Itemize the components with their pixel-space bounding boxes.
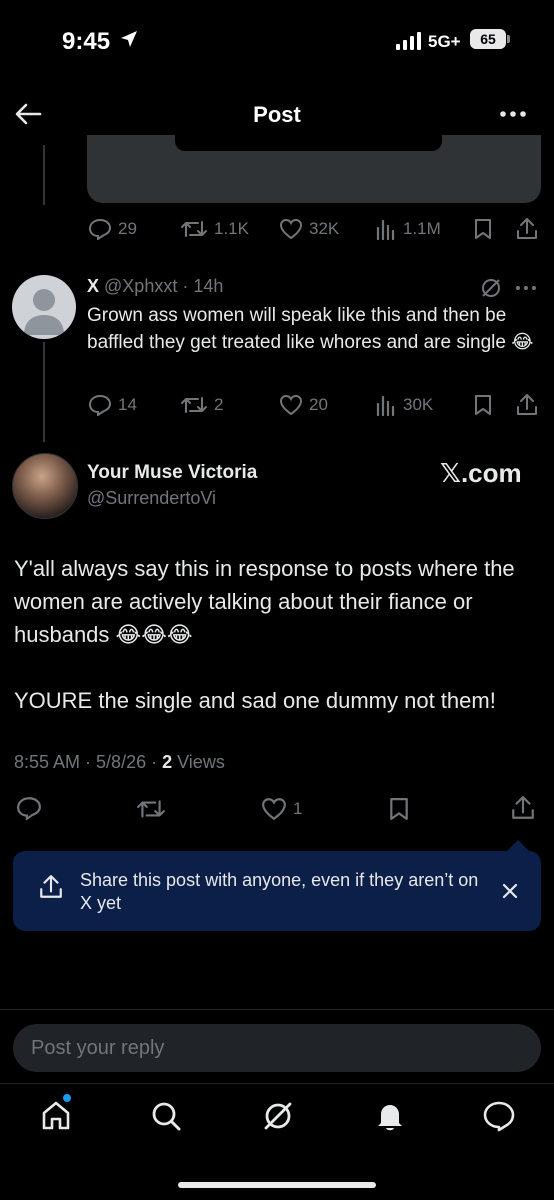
reply-input[interactable]	[13, 1024, 541, 1072]
location-arrow-icon	[120, 30, 138, 48]
reply-author-name[interactable]: X	[87, 276, 99, 296]
share-upload-icon	[38, 874, 64, 900]
reply-author-handle[interactable]: @Xphxxt	[104, 276, 177, 296]
comment-icon	[88, 394, 112, 416]
share-icon[interactable]	[511, 795, 535, 821]
close-icon[interactable]	[501, 882, 519, 900]
notification-dot	[63, 1094, 71, 1102]
comment-icon	[17, 797, 41, 820]
reply-count: 29	[118, 219, 137, 238]
author-handle[interactable]: @SurrendertoVi	[87, 488, 216, 509]
messages-icon[interactable]	[482, 1100, 516, 1132]
heart-icon	[279, 394, 303, 416]
author-name[interactable]: Your Muse Victoria	[87, 462, 257, 484]
bookmark-icon[interactable]	[473, 394, 493, 416]
battery-nub	[507, 35, 510, 43]
bookmark-icon[interactable]	[473, 218, 493, 240]
repost-icon	[137, 800, 165, 818]
home-indicator	[178, 1182, 376, 1188]
reply-more-icon[interactable]	[514, 279, 538, 297]
search-icon[interactable]	[150, 1100, 182, 1132]
views-action[interactable]: 1.1M	[375, 218, 441, 240]
separator-dot: ·	[177, 276, 194, 296]
battery-level: 65	[470, 29, 506, 49]
share-icon[interactable]	[516, 393, 538, 417]
repost-action[interactable]: 2	[180, 394, 223, 416]
like-count: 1	[293, 799, 303, 818]
thread-line	[43, 145, 45, 205]
notifications-bell-icon[interactable]	[374, 1100, 406, 1132]
repost-count: 1.1K	[214, 219, 249, 238]
share-icon[interactable]	[516, 217, 538, 241]
views-icon	[376, 219, 395, 240]
separator-dot: ·	[80, 752, 97, 772]
repost-action[interactable]	[136, 797, 166, 821]
post-time: 8:55 AM	[14, 752, 81, 772]
views-icon	[376, 395, 395, 416]
divider	[0, 1009, 554, 1010]
reply-action[interactable]: 29	[88, 218, 137, 240]
repost-icon	[181, 221, 207, 237]
home-icon[interactable]	[40, 1100, 72, 1132]
repost-count: 2	[214, 395, 224, 414]
network-type: 5G+	[428, 32, 461, 51]
reply-text: Grown ass women will speak like this and…	[87, 305, 534, 353]
like-action[interactable]: 32K	[279, 218, 339, 240]
post-date: 5/8/26	[96, 752, 147, 772]
media-inner	[175, 135, 442, 151]
heart-icon	[279, 218, 303, 240]
thread-line	[43, 342, 45, 442]
heart-icon	[262, 798, 286, 821]
reply-action[interactable]	[16, 796, 42, 820]
views-count: 30K	[403, 395, 434, 414]
repost-action[interactable]: 1.1K	[180, 218, 249, 240]
avatar[interactable]	[12, 275, 76, 339]
reply-count: 14	[118, 395, 137, 414]
status-time: 9:45	[62, 28, 111, 55]
grok-icon[interactable]	[480, 277, 502, 299]
signal-bars-icon	[396, 32, 422, 50]
reply-time: 14h	[193, 276, 224, 296]
like-count: 20	[309, 395, 328, 414]
like-action[interactable]: 1	[261, 797, 302, 821]
reply-header: X @Xphxxt · 14h	[87, 276, 223, 297]
like-count: 32K	[309, 219, 340, 238]
views-count: 1.1M	[403, 219, 441, 238]
xcom-badge: 𝕏.com	[440, 458, 522, 488]
post-text: Y'all always say this in response to pos…	[14, 556, 515, 713]
separator-dot: ·	[146, 752, 163, 772]
share-banner-text: Share this post with anyone, even if the…	[80, 870, 479, 913]
views-action[interactable]: 30K	[375, 394, 433, 416]
avatar[interactable]	[12, 453, 78, 519]
views-label[interactable]: Views	[177, 752, 225, 772]
grok-tab-icon[interactable]	[262, 1100, 294, 1132]
views-count[interactable]: 2	[162, 752, 172, 772]
repost-icon	[181, 397, 207, 413]
comment-icon	[88, 218, 112, 240]
more-options-icon[interactable]	[498, 104, 528, 124]
default-avatar-icon	[24, 289, 64, 335]
page-title: Post	[253, 102, 301, 127]
bookmark-icon[interactable]	[388, 796, 410, 822]
reply-action[interactable]: 14	[88, 394, 137, 416]
like-action[interactable]: 20	[279, 394, 328, 416]
divider	[0, 1083, 554, 1084]
post-meta: 8:55 AM · 5/8/26 · 2 Views	[14, 752, 225, 773]
